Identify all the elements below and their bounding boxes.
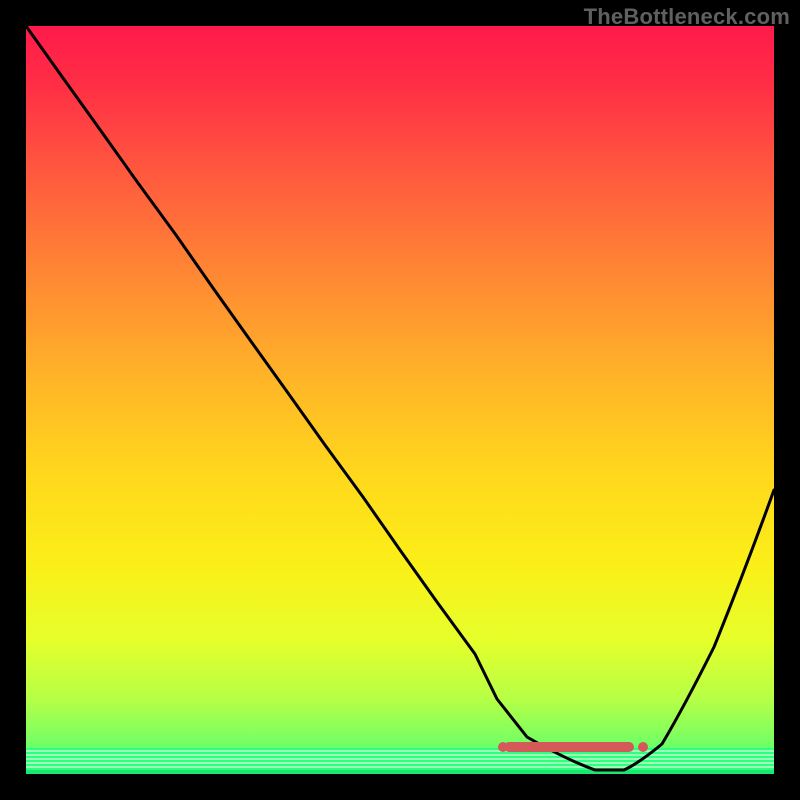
line-curve: [26, 26, 774, 774]
chart-stage: TheBottleneck.com: [0, 0, 800, 800]
plot-area: [26, 26, 774, 774]
curve-path: [26, 26, 774, 770]
trough-marker-right-dot: [638, 742, 648, 752]
trough-marker-bar: [504, 742, 634, 752]
